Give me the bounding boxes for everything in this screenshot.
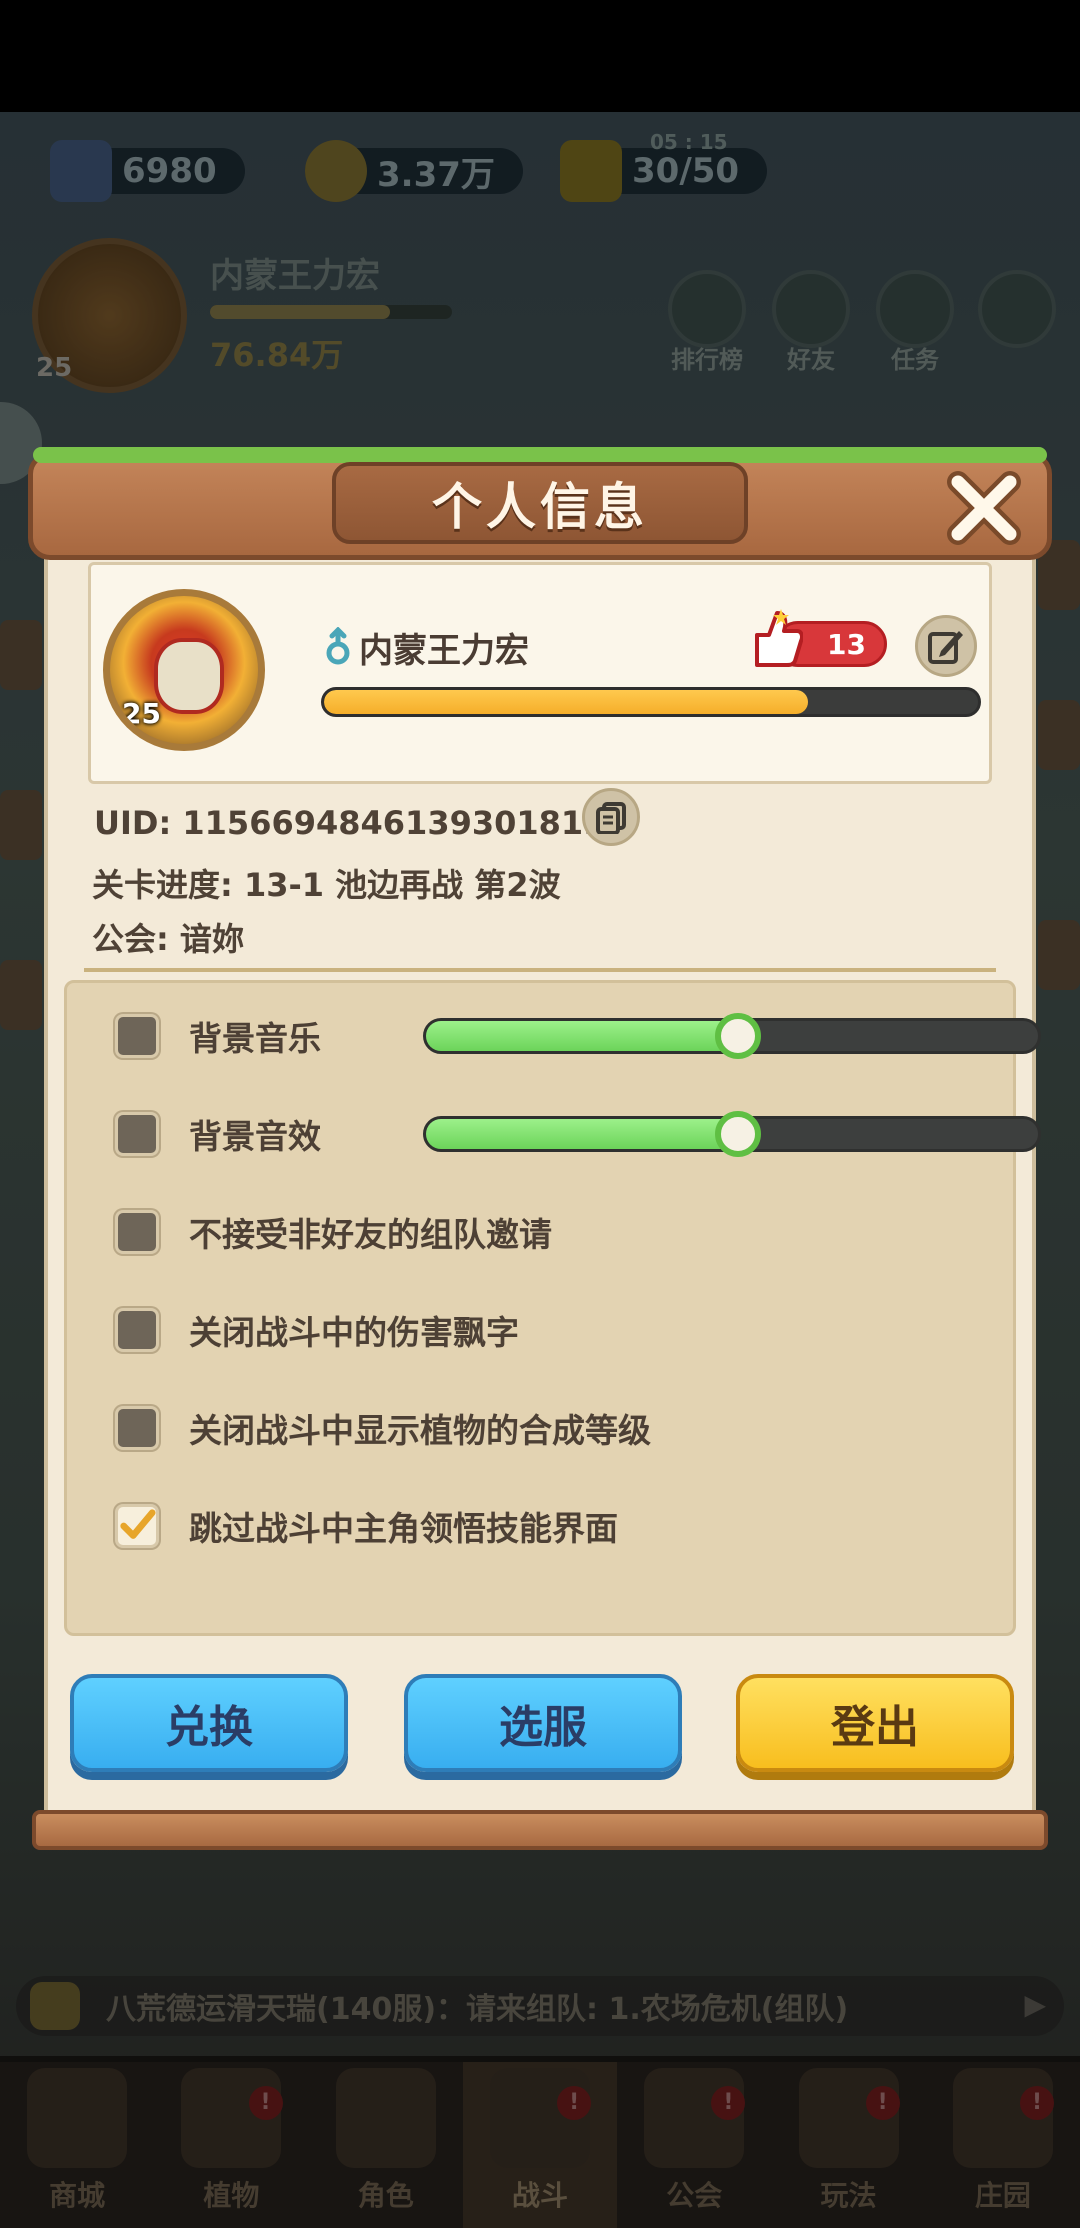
uid-text: UID: 1156694846139301819 [94,804,606,842]
profile-avatar[interactable]: 25 [103,589,265,751]
redeem-button[interactable]: 兑换 [70,1674,348,1772]
sfx-volume-fill [426,1119,739,1149]
reject-invites-label: 不接受非好友的组队邀请 [189,1215,552,1254]
close-icon [947,471,1021,545]
profile-level: 25 [122,697,161,730]
logout-label: 登出 [831,1702,919,1753]
close-button[interactable] [940,464,1028,552]
guild-text: 公会: 谙妳 [92,920,244,958]
sfx-label: 背景音效 [189,1117,321,1156]
profile-xp-bar [321,687,981,717]
profile-card: 25 内蒙王力宏 13 [88,562,992,784]
gender-male-icon [326,627,350,665]
settings-panel: 背景音乐 背景音效 不接受非好友的组队邀请 关闭战斗中的伤害飘字 关闭战斗中显示… [64,980,1041,1636]
sfx-volume-knob[interactable] [715,1111,762,1157]
logout-button[interactable]: 登出 [736,1674,1014,1772]
status-bar [0,0,1080,112]
bgm-row: 背景音乐 [115,1009,321,1063]
bgm-mute-checkbox[interactable] [115,1014,159,1058]
sfx-volume-slider[interactable] [423,1111,1041,1157]
reject-invites-row: 不接受非好友的组队邀请 [115,1205,552,1259]
sfx-row: 背景音效 [115,1107,321,1161]
hide-damage-checkbox[interactable] [115,1308,159,1352]
scroll-bottom-rod [32,1810,1048,1850]
bgm-volume-slider[interactable] [423,1013,1041,1059]
skip-skill-screen-label: 跳过战斗中主角领悟技能界面 [189,1509,618,1548]
hide-damage-label: 关闭战斗中的伤害飘字 [189,1313,519,1352]
edit-icon [928,631,963,664]
avatar-face [154,638,224,714]
section-divider [84,968,996,972]
profile-name: 内蒙王力宏 [359,631,529,671]
server-select-button[interactable]: 选服 [404,1674,682,1772]
bgm-volume-knob[interactable] [715,1013,762,1059]
bgm-label: 背景音乐 [189,1019,321,1058]
sfx-mute-checkbox[interactable] [115,1112,159,1156]
hide-merge-level-label: 关闭战斗中显示植物的合成等级 [189,1411,651,1450]
hide-merge-level-row: 关闭战斗中显示植物的合成等级 [115,1401,651,1455]
skip-skill-screen-row: 跳过战斗中主角领悟技能界面 [115,1499,618,1553]
thumbs-up-icon [755,609,803,667]
hide-damage-row: 关闭战斗中的伤害飘字 [115,1303,519,1357]
skip-skill-screen-checkbox[interactable] [115,1504,159,1548]
edit-profile-button[interactable] [915,615,977,677]
dialog-title: 个人信息 [332,462,748,544]
hide-merge-level-checkbox[interactable] [115,1406,159,1450]
redeem-label: 兑换 [165,1702,253,1753]
copy-uid-button[interactable] [582,788,640,846]
profile-dialog: 个人信息 25 内蒙王力宏 13 UID: 115669484613930181… [28,440,1052,1858]
reject-invites-checkbox[interactable] [115,1210,159,1254]
copy-icon [596,802,626,834]
likes-count: 13 [827,627,866,661]
stage-progress: 关卡进度: 13-1 池边再战 第2波 [92,866,561,904]
bgm-volume-fill [426,1021,739,1051]
server-select-label: 选服 [499,1702,587,1753]
checkmark-icon [120,1509,156,1539]
